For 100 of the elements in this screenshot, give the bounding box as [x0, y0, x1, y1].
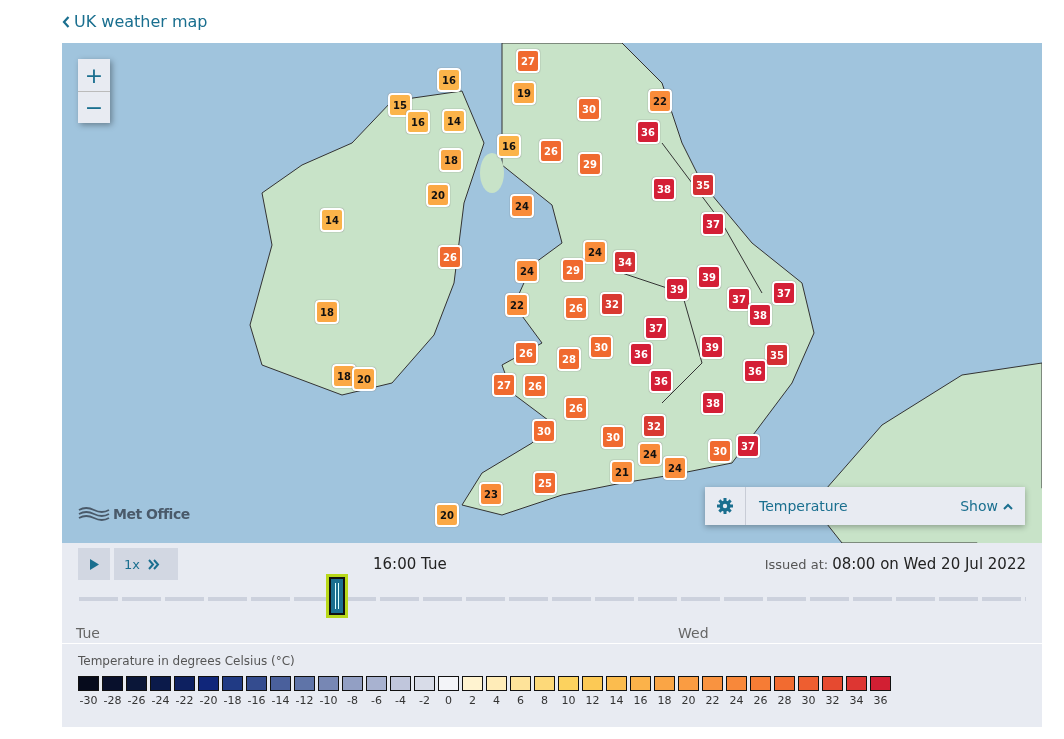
legend-label: -28: [103, 694, 122, 707]
issued-label: Issued at:: [764, 557, 829, 572]
temperature-marker[interactable]: 30: [601, 425, 625, 449]
current-time: 16:00 Tue: [373, 555, 447, 573]
temperature-marker[interactable]: 26: [438, 245, 462, 269]
temperature-marker[interactable]: 26: [539, 139, 563, 163]
temperature-marker[interactable]: 26: [564, 296, 588, 320]
temperature-marker[interactable]: 23: [479, 482, 503, 506]
temperature-marker[interactable]: 20: [435, 503, 459, 527]
legend-label: 34: [849, 694, 864, 707]
temperature-marker[interactable]: 16: [437, 68, 461, 92]
temperature-marker[interactable]: 30: [708, 439, 732, 463]
legend-label: 8: [541, 694, 548, 707]
temperature-marker[interactable]: 15: [388, 93, 412, 117]
temperature-marker[interactable]: 24: [638, 442, 662, 466]
temperature-marker[interactable]: 30: [589, 335, 613, 359]
legend-title: Temperature in degrees Celsius (°C): [78, 654, 296, 668]
temperature-marker[interactable]: 19: [512, 81, 536, 105]
legend-label: -8: [347, 694, 358, 707]
temperature-marker[interactable]: 34: [613, 250, 637, 274]
settings-icon[interactable]: [717, 498, 733, 514]
temperature-marker[interactable]: 39: [665, 277, 689, 301]
temperature-marker[interactable]: 16: [497, 134, 521, 158]
issued-time: 08:00 on Wed 20 Jul 2022: [832, 555, 1026, 573]
legend-label: 6: [517, 694, 524, 707]
legend-label: 36: [873, 694, 888, 707]
legend-label: 10: [561, 694, 576, 707]
temperature-marker[interactable]: 20: [352, 367, 376, 391]
temperature-marker[interactable]: 37: [772, 281, 796, 305]
temperature-marker[interactable]: 26: [514, 341, 538, 365]
chevron-left-icon: [62, 15, 70, 28]
temperature-marker[interactable]: 14: [442, 109, 466, 133]
temperature-marker[interactable]: 27: [516, 49, 540, 73]
temperature-marker[interactable]: 39: [697, 265, 721, 289]
temperature-marker[interactable]: 32: [600, 292, 624, 316]
legend-label: 12: [585, 694, 600, 707]
zoom-out-button[interactable]: −: [78, 91, 110, 123]
temperature-marker[interactable]: 36: [743, 359, 767, 383]
back-link[interactable]: UK weather map: [62, 0, 208, 43]
day-label: Wed: [678, 625, 709, 641]
legend-label: -20: [199, 694, 218, 707]
temperature-marker[interactable]: 18: [315, 300, 339, 324]
temperature-marker[interactable]: 24: [515, 259, 539, 283]
temperature-marker[interactable]: 28: [557, 347, 581, 371]
temperature-marker[interactable]: 32: [642, 414, 666, 438]
speed-button[interactable]: 1x: [114, 548, 178, 580]
timeline-handle[interactable]: [329, 577, 346, 615]
legend-label: -18: [223, 694, 242, 707]
temperature-marker[interactable]: 36: [649, 369, 673, 393]
legend-label: 2: [469, 694, 476, 707]
waves-icon: [78, 505, 110, 523]
temperature-marker[interactable]: 37: [701, 212, 725, 236]
legend-label: 18: [657, 694, 672, 707]
temperature-marker[interactable]: 29: [578, 152, 602, 176]
zoom-in-button[interactable]: +: [78, 59, 110, 91]
temperature-marker[interactable]: 37: [727, 287, 751, 311]
temperature-marker[interactable]: 38: [748, 303, 772, 327]
temperature-marker[interactable]: 30: [532, 419, 556, 443]
double-chevron-icon: [147, 558, 160, 570]
legend-label: 32: [825, 694, 840, 707]
show-toggle[interactable]: Show: [960, 498, 1013, 514]
temperature-marker[interactable]: 36: [629, 342, 653, 366]
play-button[interactable]: [78, 548, 110, 580]
legend-label: -4: [395, 694, 406, 707]
temperature-marker[interactable]: 38: [652, 177, 676, 201]
temperature-marker[interactable]: 37: [736, 434, 760, 458]
temperature-marker[interactable]: 22: [648, 89, 672, 113]
legend-label: 4: [493, 694, 500, 707]
temperature-marker[interactable]: 35: [765, 343, 789, 367]
legend-label: 28: [777, 694, 792, 707]
temperature-marker[interactable]: 37: [644, 316, 668, 340]
temperature-marker[interactable]: 24: [510, 194, 534, 218]
legend-label: -24: [151, 694, 170, 707]
legend-label: 16: [633, 694, 648, 707]
temperature-marker[interactable]: 38: [701, 391, 725, 415]
temperature-marker[interactable]: 21: [610, 460, 634, 484]
temperature-marker[interactable]: 20: [426, 183, 450, 207]
legend-label: -12: [295, 694, 314, 707]
temperature-marker[interactable]: 24: [663, 456, 687, 480]
temperature-marker[interactable]: 25: [533, 471, 557, 495]
temperature-marker[interactable]: 22: [505, 293, 529, 317]
temperature-marker[interactable]: 30: [577, 97, 601, 121]
legend-label: 0: [445, 694, 452, 707]
temperature-marker[interactable]: 16: [406, 110, 430, 134]
temperature-marker[interactable]: 26: [564, 396, 588, 420]
caret-up-icon: [1003, 502, 1013, 510]
legend-label: -14: [271, 694, 290, 707]
temperature-marker[interactable]: 18: [439, 148, 463, 172]
temperature-marker[interactable]: 24: [583, 240, 607, 264]
temperature-marker[interactable]: 36: [636, 120, 660, 144]
legend-label: 30: [801, 694, 816, 707]
temperature-marker[interactable]: 29: [561, 258, 585, 282]
logo-text: Met Office: [113, 506, 190, 522]
legend-label: -10: [319, 694, 338, 707]
temperature-marker[interactable]: 14: [320, 208, 344, 232]
temperature-marker[interactable]: 27: [492, 373, 516, 397]
temperature-marker[interactable]: 26: [523, 374, 547, 398]
temperature-marker[interactable]: 39: [700, 335, 724, 359]
legend-label: -6: [371, 694, 382, 707]
temperature-marker[interactable]: 35: [691, 173, 715, 197]
